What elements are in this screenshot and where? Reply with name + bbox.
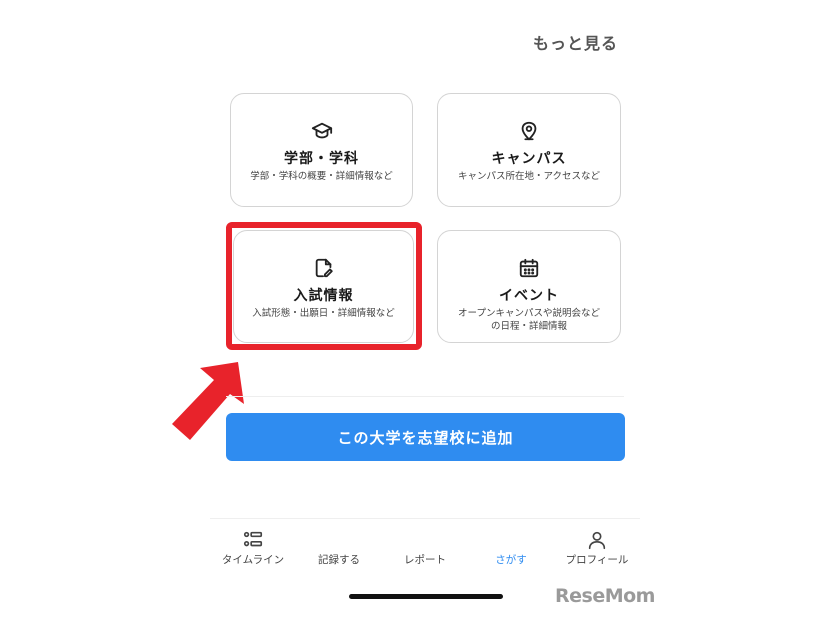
card-faculty[interactable]: 学部・学科 学部・学科の概要・詳細情報など xyxy=(230,93,413,207)
card-title: イベント xyxy=(499,288,559,304)
add-to-wishlist-button[interactable]: この大学を志望校に追加 xyxy=(226,413,625,461)
calendar-icon xyxy=(518,257,540,279)
card-title: キャンパス xyxy=(491,151,567,167)
tab-label: さがす xyxy=(495,554,527,566)
card-title: 入試情報 xyxy=(293,288,354,304)
tab-label: タイムライン xyxy=(221,554,285,566)
card-subtitle: キャンパス所在地・アクセスなど xyxy=(457,171,601,182)
card-admission-info[interactable]: 入試情報 入試形態・出願日・詳細情報など xyxy=(233,230,414,343)
tab-bar: タイムライン 記録する レポート さがす プロフィール xyxy=(210,518,640,579)
tab-label: 記録する xyxy=(318,554,360,566)
card-subtitle: オープンキャンパスや説明会など の日程・詳細情報 xyxy=(458,308,600,332)
card-campus[interactable]: キャンパス キャンパス所在地・アクセスなど xyxy=(437,93,621,207)
card-subtitle: 学部・学科の概要・詳細情報など xyxy=(250,171,393,182)
tab-record[interactable]: 記録する xyxy=(296,519,382,579)
tab-label: プロフィール xyxy=(565,554,629,566)
home-indicator[interactable] xyxy=(349,594,503,599)
tab-report[interactable]: レポート xyxy=(382,519,468,579)
document-edit-icon xyxy=(313,257,335,279)
profile-icon xyxy=(586,529,608,551)
resemom-logo: ReseMom xyxy=(555,585,655,607)
timeline-icon xyxy=(242,529,264,551)
card-subtitle: 入試形態・出願日・詳細情報など xyxy=(252,308,395,319)
tab-search[interactable]: さがす xyxy=(468,519,554,579)
tab-label: レポート xyxy=(404,554,446,566)
card-title: 学部・学科 xyxy=(284,151,359,167)
card-events[interactable]: イベント オープンキャンパスや説明会など の日程・詳細情報 xyxy=(437,230,621,343)
map-pin-icon xyxy=(518,120,540,142)
more-link[interactable]: もっと見る xyxy=(533,30,618,54)
divider xyxy=(226,396,624,397)
tab-profile[interactable]: プロフィール xyxy=(554,519,640,579)
graduation-cap-icon xyxy=(311,120,333,142)
tab-timeline[interactable]: タイムライン xyxy=(210,519,296,579)
